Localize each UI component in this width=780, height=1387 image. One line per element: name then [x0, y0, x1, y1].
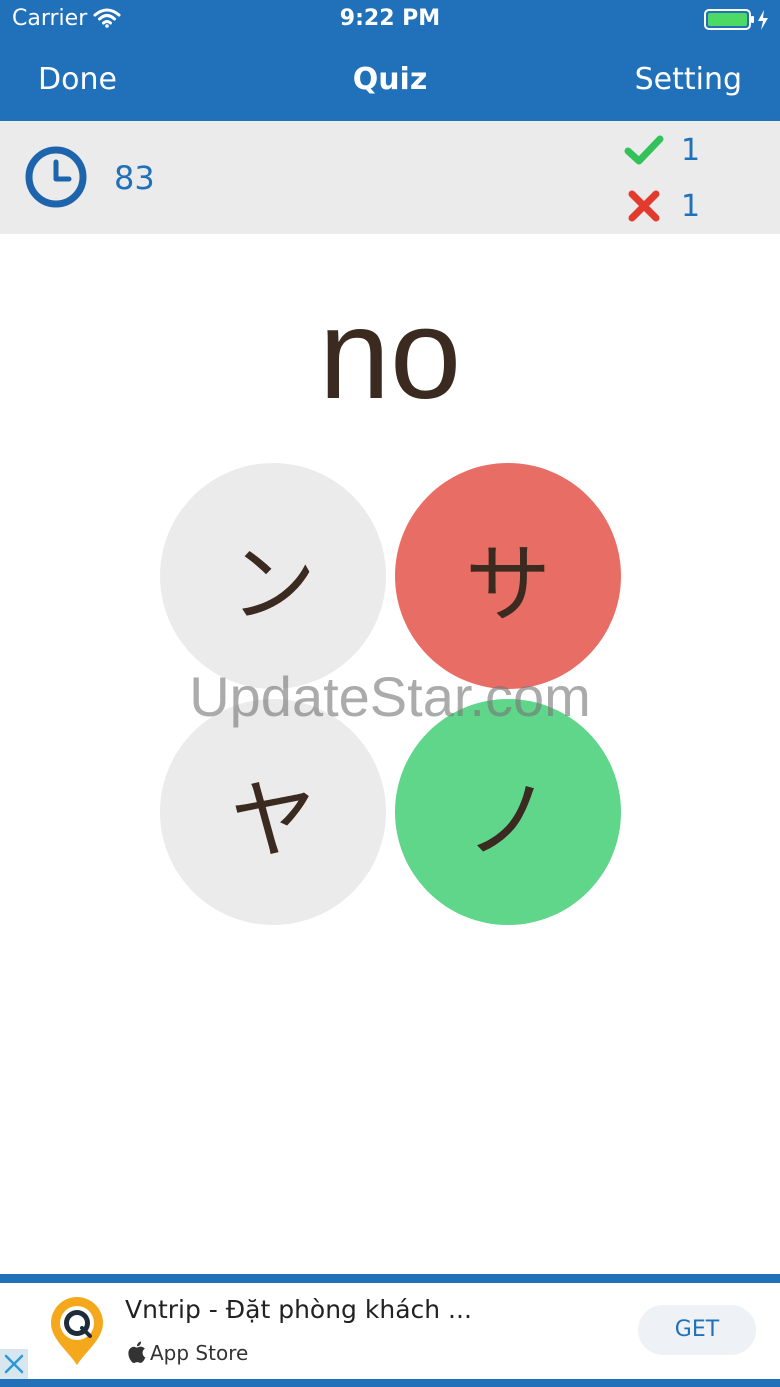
- status-bar: Carrier 9:22 PM: [0, 0, 780, 40]
- ad-banner[interactable]: Vntrip - Đặt phòng khách ... App Store G…: [0, 1283, 780, 1379]
- answer-option-4[interactable]: ノ: [395, 699, 621, 925]
- answer-option-1[interactable]: ン: [160, 463, 386, 689]
- wrong-score: 1: [624, 187, 744, 227]
- watermark: UpdateStar.com: [189, 665, 591, 728]
- apple-icon: [128, 1341, 146, 1363]
- cross-icon: [628, 190, 660, 222]
- wrong-count: 1: [681, 189, 701, 224]
- setting-button[interactable]: Setting: [635, 60, 742, 100]
- ad-store-label: App Store: [128, 1341, 248, 1365]
- correct-score: 1: [624, 131, 744, 171]
- clock-icon: [24, 145, 88, 213]
- answer-option-2[interactable]: サ: [395, 463, 621, 689]
- ad-divider-bottom: [0, 1379, 780, 1387]
- get-button[interactable]: GET: [638, 1305, 756, 1355]
- top-bar: Carrier 9:22 PM Done Quiz Setting: [0, 0, 780, 121]
- timer-value: 83: [114, 159, 155, 197]
- vntrip-logo-icon: [48, 1295, 106, 1371]
- score-bar: 83 1 1: [0, 121, 780, 234]
- answer-option-3[interactable]: ヤ: [160, 699, 386, 925]
- ad-divider-top: [0, 1274, 780, 1283]
- question-romaji: no: [318, 283, 462, 426]
- correct-count: 1: [681, 133, 701, 168]
- close-icon[interactable]: [0, 1349, 28, 1379]
- charging-bolt-icon: [758, 10, 768, 30]
- checkmark-icon: [624, 135, 664, 165]
- battery-icon: [704, 9, 774, 35]
- ad-store-text: App Store: [150, 1341, 249, 1365]
- status-time: 9:22 PM: [339, 6, 441, 31]
- ad-title: Vntrip - Đặt phòng khách ...: [125, 1295, 472, 1324]
